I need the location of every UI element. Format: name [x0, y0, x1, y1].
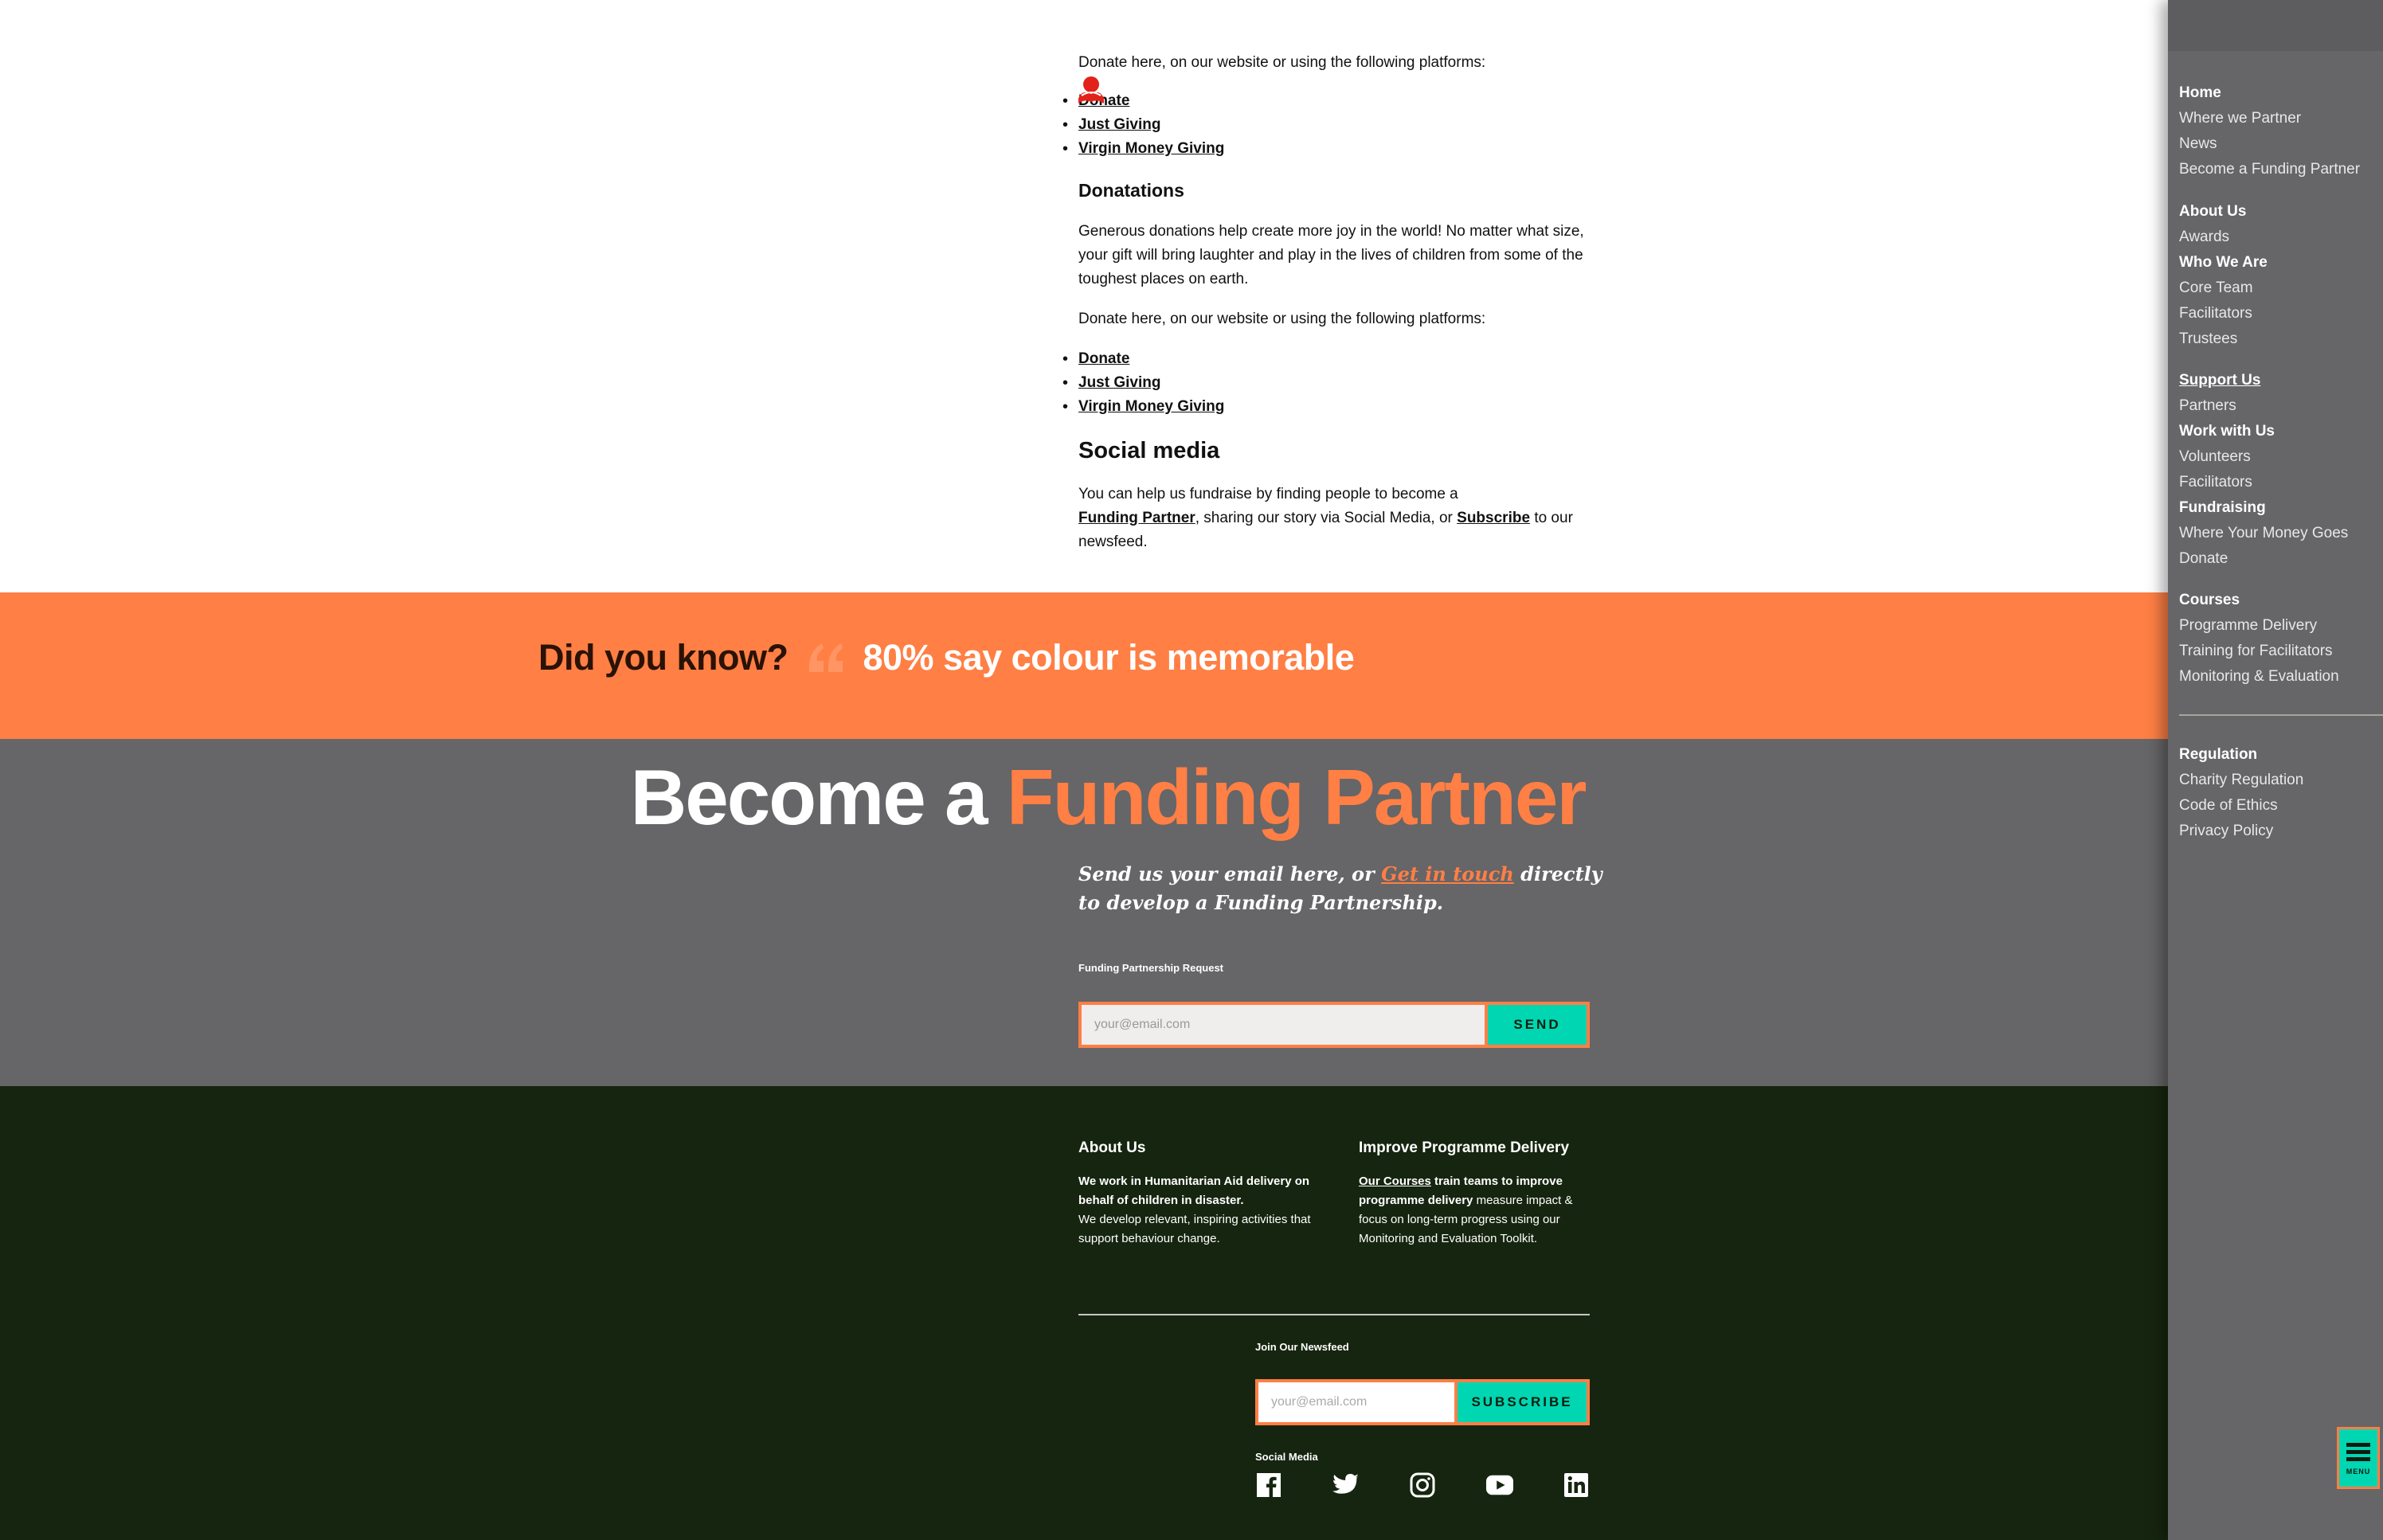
footer-improve-heading: Improve Programme Delivery	[1359, 1139, 1570, 1156]
nav-item-awards[interactable]: Awards	[2179, 227, 2229, 248]
banner-fact: 80% say colour is memorable	[863, 637, 1355, 678]
footer-about-text: We develop relevant, inspiring activitie…	[1078, 1213, 1311, 1245]
nav-item-home[interactable]: Home	[2179, 83, 2221, 104]
nav-item-about-us[interactable]: About Us	[2179, 201, 2246, 222]
youtube-icon[interactable]	[1485, 1472, 1513, 1499]
nav-item-where-your-money-goes[interactable]: Where Your Money Goes	[2179, 523, 2348, 544]
nav-item-core-team[interactable]: Core Team	[2179, 278, 2253, 299]
social-text-part: to our	[1534, 510, 1573, 526]
newsfeed-form: your@email.com SUBSCRIBE	[1255, 1379, 1590, 1425]
partnership-form: your@email.com SEND	[1078, 1002, 1590, 1048]
nav-divider	[2179, 714, 2383, 716]
just-giving-link[interactable]: Just Giving	[1078, 374, 1160, 391]
nav-item-charity-regulation[interactable]: Charity Regulation	[2179, 770, 2303, 791]
platform-list: Donate Just Giving Virgin Money Giving	[1062, 89, 1588, 161]
main-content: Donate here, on our website or using the…	[0, 0, 2168, 592]
nav-item-trustees[interactable]: Trustees	[2179, 329, 2237, 350]
footer-divider	[1078, 1314, 1590, 1315]
nav-item-monitoring-evaluation[interactable]: Monitoring & Evaluation	[2179, 666, 2339, 687]
content-column: Donate here, on our website or using the…	[1062, 51, 1588, 554]
list-item: Virgin Money Giving	[1062, 395, 1588, 419]
nav-item-privacy-policy[interactable]: Privacy Policy	[2179, 821, 2273, 842]
nav-item-facilitators-2[interactable]: Facilitators	[2179, 472, 2252, 493]
nav-item-courses[interactable]: Courses	[2179, 590, 2240, 611]
list-item: Donate	[1062, 89, 1588, 113]
nav-item-who-we-are[interactable]: Who We Are	[2179, 252, 2268, 273]
footer-about-bold: We work in Humanitarian Aid delivery on …	[1078, 1175, 1310, 1207]
platform-list-2: Donate Just Giving Virgin Money Giving	[1062, 347, 1588, 419]
footer-about: About Us We work in Humanitarian Aid del…	[1078, 1137, 1317, 1249]
send-button[interactable]: SEND	[1488, 1005, 1587, 1045]
funding-partner-link[interactable]: Funding Partner	[1078, 510, 1195, 526]
menu-label: MENU	[2346, 1467, 2371, 1476]
our-courses-link[interactable]: Our Courses	[1359, 1175, 1431, 1188]
donate-link[interactable]: Donate	[1078, 350, 1129, 367]
get-in-touch-link[interactable]: Get in touch	[1381, 862, 1514, 885]
partner-lead-text: Send us your email here, or Get in touch…	[1078, 860, 1604, 917]
social-text-part: newsfeed.	[1078, 534, 1148, 550]
donate-badge-icon	[1078, 76, 1104, 104]
instagram-icon[interactable]	[1409, 1472, 1436, 1499]
nav-item-partners[interactable]: Partners	[2179, 396, 2236, 416]
subscribe-button[interactable]: SUBSCRIBE	[1458, 1382, 1587, 1422]
donations-text: Generous donations help create more joy …	[1078, 223, 1584, 287]
nav-item-donate[interactable]: Donate	[2179, 549, 2228, 569]
hamburger-icon	[2346, 1442, 2370, 1447]
social-media-label: Social Media	[1255, 1451, 1318, 1463]
quote-mark-icon	[808, 643, 843, 672]
list-item: Just Giving	[1062, 113, 1588, 137]
list-item: Just Giving	[1062, 371, 1588, 395]
hamburger-icon	[2346, 1449, 2370, 1454]
nav-item-facilitators[interactable]: Facilitators	[2179, 303, 2252, 324]
did-you-know-banner: Did you know? 80% say colour is memorabl…	[0, 592, 2168, 739]
menu-button[interactable]: MENU	[2337, 1427, 2380, 1489]
footer-about-heading: About Us	[1078, 1139, 1146, 1156]
social-text-part: , sharing our story via Social Media, or	[1195, 510, 1453, 526]
nav-item-news[interactable]: News	[2179, 134, 2217, 154]
nav-item-code-of-ethics[interactable]: Code of Ethics	[2179, 795, 2278, 816]
virgin-money-giving-link[interactable]: Virgin Money Giving	[1078, 140, 1224, 157]
social-text-part: You can help us fundraise by finding peo…	[1078, 486, 1458, 502]
facebook-icon[interactable]	[1255, 1472, 1282, 1499]
partner-title-accent: Funding Partner	[1006, 753, 1587, 841]
virgin-money-giving-link[interactable]: Virgin Money Giving	[1078, 398, 1224, 415]
just-giving-link[interactable]: Just Giving	[1078, 116, 1160, 133]
nav-item-support-us[interactable]: Support Us	[2179, 370, 2260, 391]
donate-intro-text: Donate here, on our website or using the…	[1078, 54, 1486, 71]
nav-item-where-we-partner[interactable]: Where we Partner	[2179, 108, 2301, 129]
nav-item-become-funding-partner[interactable]: Become a Funding Partner	[2179, 159, 2360, 180]
nav-item-regulation[interactable]: Regulation	[2179, 745, 2257, 765]
become-partner-section: Become a Funding Partner Send us your em…	[0, 739, 2168, 1086]
partnership-form-label: Funding Partnership Request	[1078, 962, 1224, 974]
social-icons	[1255, 1470, 1590, 1500]
nav-item-programme-delivery[interactable]: Programme Delivery	[2179, 616, 2317, 636]
nav-item-training-for-facilitators[interactable]: Training for Facilitators	[2179, 641, 2333, 662]
twitter-icon[interactable]	[1332, 1472, 1360, 1499]
nav-item-volunteers[interactable]: Volunteers	[2179, 447, 2251, 467]
site-footer: About Us We work in Humanitarian Aid del…	[0, 1086, 2168, 1540]
partner-title: Become a Funding Partner	[0, 753, 2168, 841]
linkedin-icon[interactable]	[1563, 1472, 1590, 1499]
partner-title-part: Become a	[630, 753, 988, 841]
newsfeed-email-input[interactable]: your@email.com	[1258, 1382, 1458, 1422]
nav-item-work-with-us[interactable]: Work with Us	[2179, 421, 2275, 442]
donations-heading: Donatations	[1078, 180, 1184, 201]
side-nav-topbar	[2168, 0, 2383, 51]
newsfeed-label: Join Our Newsfeed	[1255, 1341, 1349, 1353]
footer-improve: Improve Programme Delivery Our Courses t…	[1359, 1137, 1598, 1249]
social-media-heading: Social media	[1078, 438, 1220, 463]
hamburger-icon	[2346, 1456, 2370, 1461]
banner-question: Did you know?	[538, 637, 788, 678]
list-item: Donate	[1062, 347, 1588, 371]
list-item: Virgin Money Giving	[1062, 137, 1588, 161]
lead-text-part: Send us your email here, or	[1078, 862, 1375, 885]
partnership-email-input[interactable]: your@email.com	[1082, 1005, 1488, 1045]
nav-item-fundraising[interactable]: Fundraising	[2179, 498, 2266, 518]
social-media-text: You can help us fundraise by finding peo…	[1078, 483, 1588, 554]
side-navigation: Home Where we Partner News Become a Fund…	[2168, 0, 2383, 1540]
donate-intro-text-2: Donate here, on our website or using the…	[1078, 311, 1486, 327]
subscribe-link[interactable]: Subscribe	[1457, 510, 1530, 526]
